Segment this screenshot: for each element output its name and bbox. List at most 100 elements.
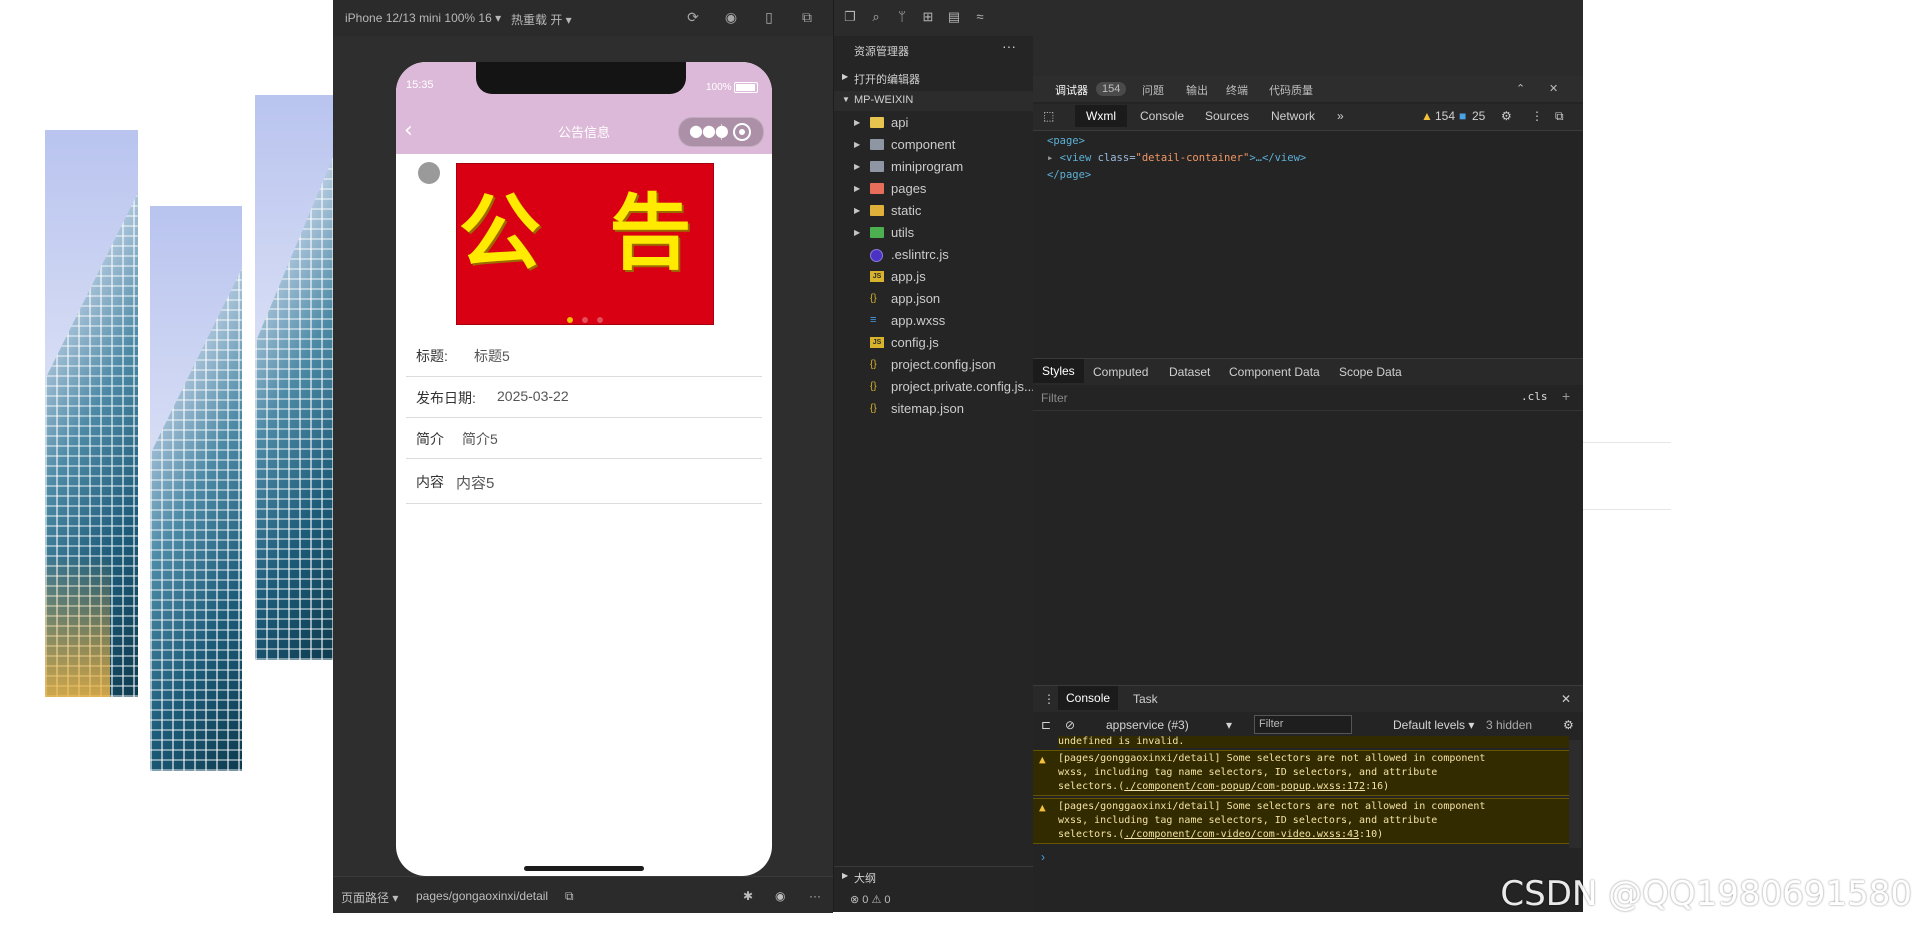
panel-icon[interactable]: ▤ (946, 9, 962, 25)
building-image-1 (45, 130, 138, 697)
indicator-dot[interactable] (597, 317, 603, 323)
tree-file-app-wxss[interactable]: ≡ app.wxss (834, 310, 1034, 332)
settings-gear-icon[interactable]: ⚙ (1501, 109, 1512, 123)
tab-task[interactable]: Task (1133, 692, 1158, 706)
tab-dataset[interactable]: Dataset (1169, 365, 1210, 379)
copy-icon[interactable]: ⧉ (565, 889, 574, 904)
docker-icon[interactable]: ≈ (972, 9, 988, 25)
more-icon[interactable]: ··· (809, 889, 821, 903)
tree-folder-miniprogram[interactable]: ▶ miniprogram (834, 156, 1034, 178)
extensions-icon[interactable]: ⊞ (920, 9, 936, 25)
tree-folder-static[interactable]: ▶ static (834, 200, 1034, 222)
json-file-icon: {} (870, 293, 877, 304)
clear-console-icon[interactable]: ⊘ (1065, 718, 1075, 732)
tree-label: component (891, 137, 956, 152)
tree-file-project-private-config[interactable]: {} project.private.config.js... (834, 376, 1035, 398)
eye-icon[interactable]: ◉ (775, 889, 785, 903)
dock-icon[interactable]: ⧉ (1555, 109, 1564, 124)
tree-folder-component[interactable]: ▶ component (834, 134, 1034, 156)
window-icon[interactable]: ⧉ (799, 9, 815, 25)
section-label: MP-WEIXIN (854, 94, 914, 106)
source-link[interactable]: ./component/com-popup/com-popup.wxss:172 (1124, 781, 1365, 792)
css-file-icon: ≡ (870, 314, 877, 326)
swiper-indicators[interactable] (567, 308, 612, 327)
page-path-selector[interactable]: 页面路径 ▾ (341, 889, 398, 906)
tree-file-config-js[interactable]: JS config.js (834, 332, 1034, 354)
console-prompt[interactable]: › (1041, 850, 1045, 864)
folder-icon (870, 117, 884, 128)
problems-status[interactable]: ⊗ 0 ⚠ 0 (834, 888, 1034, 912)
close-circle-icon[interactable] (733, 123, 751, 141)
expand-arrow-icon[interactable]: ▸ (1047, 152, 1053, 164)
tree-file-eslintrc[interactable]: .eslintrc.js (834, 244, 1034, 266)
indicator-dot[interactable] (567, 317, 573, 323)
console-settings-gear-icon[interactable]: ⚙ (1563, 718, 1574, 732)
banner-text: 公 告 (458, 186, 712, 281)
wxml-node-page[interactable]: <page> (1047, 135, 1085, 147)
close-icon[interactable]: ✕ (1549, 82, 1558, 95)
record-icon[interactable]: ◉ (723, 9, 739, 25)
console-filter-input[interactable]: Filter (1254, 715, 1352, 734)
tab-wxml[interactable]: Wxml (1075, 105, 1127, 127)
more-tabs-icon[interactable]: » (1337, 109, 1344, 123)
console-scrollbar[interactable] (1569, 740, 1581, 848)
bug-icon[interactable]: ✱ (743, 889, 753, 903)
more-dots-icon[interactable]: ●●● (689, 121, 729, 140)
chevron-right-icon: ▶ (854, 118, 861, 127)
js-file-icon: JS (870, 337, 884, 348)
tab-scope-data[interactable]: Scope Data (1339, 365, 1402, 379)
tab-console-drawer[interactable]: Console (1058, 686, 1119, 710)
tree-file-app-json[interactable]: {} app.json (834, 288, 1034, 310)
open-editors-section[interactable]: ▶ 打开的编辑器 (834, 68, 1034, 88)
context-selector[interactable]: appservice (#3) (1106, 718, 1189, 732)
cls-toggle[interactable]: .cls (1521, 390, 1548, 403)
tree-file-app-js[interactable]: JS app.js (834, 266, 1034, 288)
capsule-menu[interactable]: ●●● (678, 117, 764, 147)
tree-folder-pages[interactable]: ▶ pages (834, 178, 1034, 200)
tree-file-sitemap[interactable]: {} sitemap.json (834, 398, 1034, 420)
tab-debugger[interactable]: 调试器 (1055, 82, 1088, 98)
chevron-up-icon[interactable]: ⌃ (1516, 82, 1525, 95)
tab-output[interactable]: 输出 (1186, 82, 1208, 98)
tab-sources[interactable]: Sources (1205, 109, 1249, 123)
tab-component-data[interactable]: Component Data (1229, 365, 1320, 379)
tree-folder-api[interactable]: ▶ api (834, 112, 1034, 134)
home-indicator (524, 866, 644, 871)
indicator-dot[interactable] (582, 317, 588, 323)
wxml-node-view[interactable]: ▸ <view class="detail-container">…</view… (1047, 152, 1306, 164)
add-rule-icon[interactable]: + (1562, 388, 1570, 404)
tree-folder-utils[interactable]: ▶ utils (834, 222, 1034, 244)
tab-computed[interactable]: Computed (1093, 365, 1148, 379)
chevron-down-icon[interactable]: ▾ (1226, 718, 1232, 732)
tab-styles[interactable]: Styles (1033, 359, 1084, 383)
device-icon[interactable]: ▯ (761, 9, 777, 25)
inspect-icon[interactable]: ⬚ (1043, 109, 1054, 123)
device-selector[interactable]: iPhone 12/13 mini 100% 16 ▾ (345, 11, 501, 25)
folder-icon (870, 139, 884, 150)
outline-section[interactable]: ▶ 大纲 (834, 866, 1034, 887)
source-link[interactable]: ./component/com-video/com-video.wxss:43 (1124, 829, 1359, 840)
more-vertical-icon[interactable]: ⋮ (1531, 109, 1543, 123)
log-levels-selector[interactable]: Default levels ▾ (1393, 718, 1474, 732)
tab-terminal[interactable]: 终端 (1226, 82, 1248, 98)
drawer-menu-icon[interactable]: ⋮ (1043, 692, 1055, 706)
tab-code-quality[interactable]: 代码质量 (1269, 82, 1313, 98)
row-label: 发布日期: (416, 390, 476, 406)
tree-file-project-config[interactable]: {} project.config.json (834, 354, 1034, 376)
project-section[interactable]: ▼ MP-WEIXIN (834, 91, 1034, 111)
git-branch-icon[interactable]: ᛘ (894, 9, 910, 25)
swiper-banner[interactable]: 公 告 (456, 163, 714, 325)
sidebar-toggle-icon[interactable]: ⊏ (1041, 718, 1051, 732)
tab-console[interactable]: Console (1140, 109, 1184, 123)
hot-reload-toggle[interactable]: 热重载 开 ▾ (511, 11, 572, 28)
tab-problems[interactable]: 问题 (1142, 82, 1164, 98)
tag-text: >…</view> (1249, 152, 1307, 164)
close-drawer-icon[interactable]: ✕ (1561, 692, 1571, 706)
files-icon[interactable]: ❐ (842, 9, 858, 25)
tab-network[interactable]: Network (1271, 109, 1315, 123)
search-icon[interactable]: ⌕ (868, 9, 884, 25)
debugger-panel: 调试器 154 问题 输出 终端 代码质量 ⌃ ✕ ⬚ Wxml Console… (1033, 0, 1583, 912)
refresh-icon[interactable]: ⟳ (685, 9, 701, 25)
styles-filter-input[interactable]: Filter (1041, 391, 1068, 405)
more-icon[interactable]: ··· (1002, 38, 1016, 54)
